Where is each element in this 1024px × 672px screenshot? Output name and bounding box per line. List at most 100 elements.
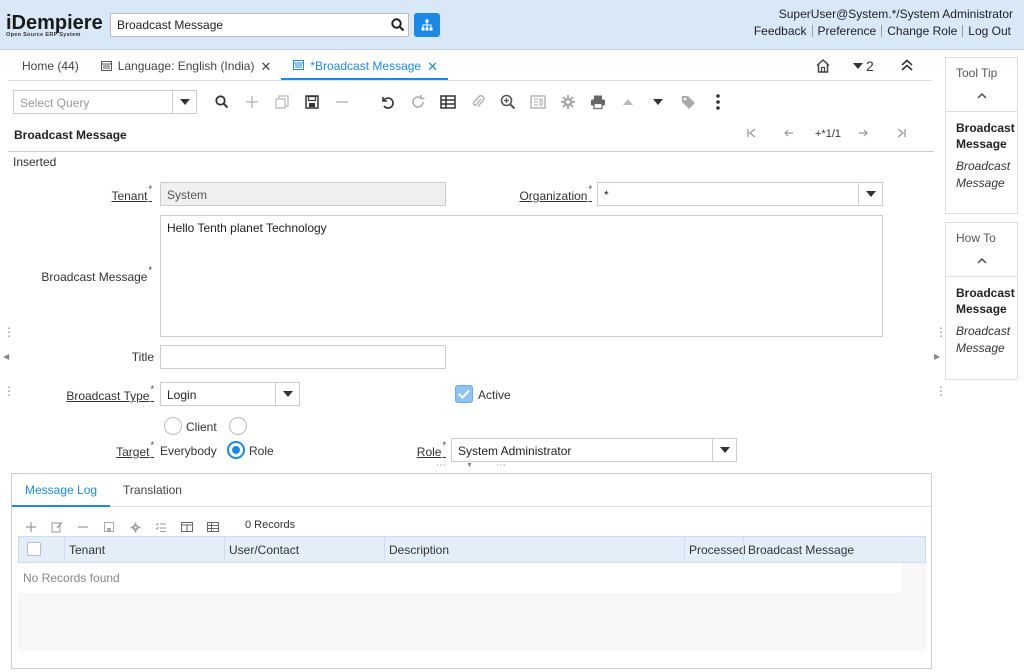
active-checkbox[interactable] xyxy=(455,385,473,403)
detail-grid-toggle-button[interactable] xyxy=(205,519,221,535)
first-record-button[interactable] xyxy=(746,128,756,141)
grid-toggle-button[interactable] xyxy=(438,92,458,112)
broadcast-type-dropdown-button[interactable] xyxy=(275,383,299,405)
tab-translation[interactable]: Translation xyxy=(110,474,195,507)
copy-record-button[interactable] xyxy=(272,92,292,112)
feedback-link[interactable]: Feedback xyxy=(749,25,812,37)
tab-language[interactable]: Language: English (India) ✕ xyxy=(89,54,282,80)
target-label: Target* xyxy=(116,440,154,459)
find-button[interactable] xyxy=(212,92,232,112)
close-icon[interactable]: ✕ xyxy=(427,60,438,78)
client-radio[interactable] xyxy=(164,417,182,435)
minus-icon xyxy=(336,101,348,103)
collapse-right-icon[interactable]: ▶ xyxy=(934,352,940,361)
header-links: Feedback Preference Change Role Log Out xyxy=(749,25,1016,37)
left-splitter-handle-2[interactable]: ⋮ xyxy=(3,384,15,398)
collapse-header-button[interactable] xyxy=(900,58,914,72)
previous-record-button[interactable] xyxy=(784,128,794,141)
label-button[interactable] xyxy=(678,92,698,112)
caret-up-icon xyxy=(623,99,633,105)
title-input[interactable] xyxy=(160,345,446,369)
tenant-field[interactable]: System xyxy=(160,182,446,206)
preference-link[interactable]: Preference xyxy=(811,25,882,37)
right-splitter-handle-2[interactable]: ⋮ xyxy=(935,384,947,398)
change-role-link[interactable]: Change Role xyxy=(881,25,962,37)
detail-new-button[interactable] xyxy=(23,519,39,535)
checkmark-icon xyxy=(458,389,470,399)
broadcast-message-textarea[interactable]: Hello Tenth planet Technology xyxy=(160,215,883,337)
window-tabs: Home (44) Language: English (India) ✕ *B… xyxy=(10,54,448,80)
column-header-tenant[interactable]: Tenant xyxy=(64,537,224,562)
parent-record-button[interactable] xyxy=(618,92,638,112)
tooltip-header: Tool Tip xyxy=(956,66,998,80)
tenant-label: Tenant* xyxy=(111,184,152,203)
tab-label: *Broadcast Message xyxy=(310,59,422,73)
detail-save-button[interactable] xyxy=(101,519,117,535)
client-option-label: Client xyxy=(186,420,217,434)
select-query-combobox[interactable]: Select Query xyxy=(13,90,197,114)
broadcast-type-select[interactable]: Login xyxy=(160,382,300,406)
search-button[interactable] xyxy=(387,13,409,37)
select-all-checkbox[interactable] xyxy=(27,542,41,556)
window-icon xyxy=(100,61,112,71)
detail-form-toggle-button[interactable] xyxy=(179,519,195,535)
global-search-input[interactable]: Broadcast Message xyxy=(110,13,388,37)
everybody-option-label[interactable]: Everybody xyxy=(160,444,217,458)
tab-list-dropdown[interactable]: 2 xyxy=(853,58,874,74)
last-record-button[interactable] xyxy=(897,128,907,141)
next-record-button[interactable] xyxy=(858,128,868,141)
close-icon[interactable]: ✕ xyxy=(260,60,271,80)
detail-splitter-dots-2[interactable]: ⋯ xyxy=(496,460,506,471)
detail-delete-button[interactable] xyxy=(75,519,91,535)
howto-title: Broadcast Message xyxy=(956,286,1015,316)
tooltip-collapse-button[interactable] xyxy=(946,88,1017,112)
left-splitter-handle[interactable]: ⋮ xyxy=(3,325,15,339)
query-dropdown-button[interactable] xyxy=(172,91,196,113)
zoom-across-button[interactable] xyxy=(498,92,518,112)
role-option-label: Role xyxy=(249,444,274,458)
organization-select[interactable]: * xyxy=(597,182,883,206)
unlabeled-radio[interactable] xyxy=(229,417,247,435)
home-button[interactable] xyxy=(815,58,831,74)
role-radio[interactable] xyxy=(227,441,245,459)
caret-down-icon xyxy=(853,63,863,69)
column-header-description[interactable]: Description xyxy=(384,537,684,562)
attachment-button[interactable] xyxy=(468,92,488,112)
tabs-divider xyxy=(8,80,932,81)
collapse-down-icon[interactable]: ▼ xyxy=(466,462,473,469)
menu-tree-button[interactable] xyxy=(414,13,440,37)
howto-collapse-button[interactable] xyxy=(946,253,1017,277)
new-record-button[interactable] xyxy=(242,92,262,112)
more-options-button[interactable] xyxy=(708,92,728,112)
delete-button[interactable] xyxy=(332,92,352,112)
detail-splitter-dots[interactable]: ⋯ xyxy=(436,460,446,471)
idempiere-logo[interactable]: iDempiere Open Source ERP System xyxy=(6,13,106,39)
zoom-in-icon xyxy=(500,94,516,110)
table-icon xyxy=(440,95,456,109)
detail-process-button[interactable] xyxy=(127,519,143,535)
column-header-user-contact[interactable]: User/Contact xyxy=(224,537,384,562)
tab-broadcast-message[interactable]: *Broadcast Message ✕ xyxy=(281,54,448,80)
tab-message-log[interactable]: Message Log xyxy=(12,474,111,507)
detail-edit-button[interactable] xyxy=(49,519,65,535)
organization-dropdown-button[interactable] xyxy=(858,183,882,205)
logout-link[interactable]: Log Out xyxy=(962,25,1016,37)
undo-button[interactable] xyxy=(377,92,397,112)
print-button[interactable] xyxy=(588,92,608,112)
refresh-button[interactable] xyxy=(408,92,428,112)
save-button[interactable] xyxy=(302,92,322,112)
detail-checklist-button[interactable] xyxy=(153,519,169,535)
column-header-broadcast-message[interactable]: Broadcast Message xyxy=(743,537,923,562)
table-icon xyxy=(207,522,219,532)
column-header-processed[interactable]: Processed xyxy=(684,537,746,562)
record-position: +*1/1 xyxy=(815,128,841,140)
tooltip-text: Broadcast Message xyxy=(956,159,1011,190)
detail-tabs: Message Log Translation xyxy=(12,474,931,507)
process-button[interactable] xyxy=(558,92,578,112)
collapse-left-icon[interactable]: ◀ xyxy=(3,352,9,361)
detail-record-button[interactable] xyxy=(648,92,668,112)
report-button[interactable] xyxy=(528,92,548,112)
role-dropdown-button[interactable] xyxy=(712,439,736,461)
tab-home[interactable]: Home (44) xyxy=(10,54,89,80)
role-select[interactable]: System Administrator xyxy=(451,438,737,462)
